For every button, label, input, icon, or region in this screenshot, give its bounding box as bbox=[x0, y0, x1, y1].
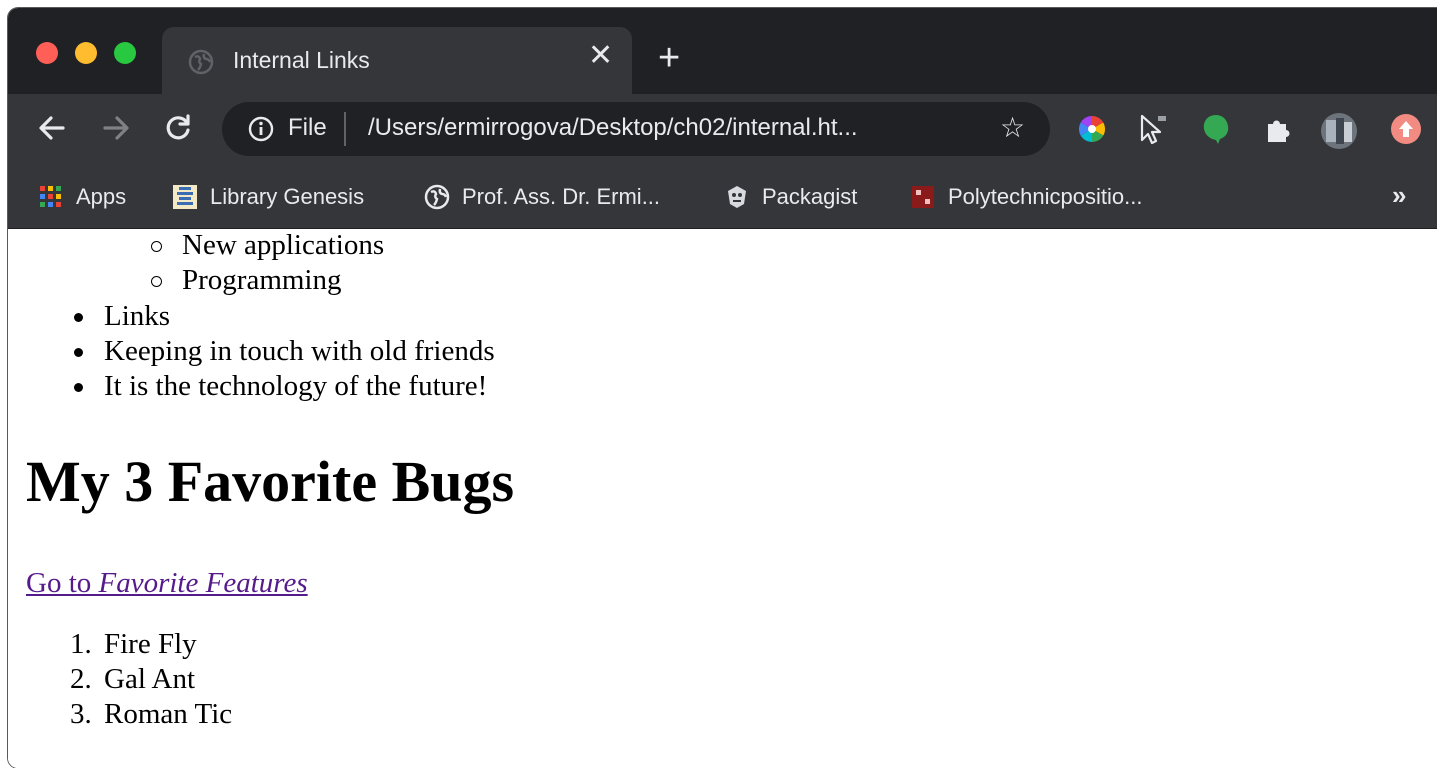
bookmark-apps[interactable]: Apps bbox=[38, 182, 126, 212]
cursor-extension-icon[interactable] bbox=[1136, 112, 1170, 146]
close-tab-icon[interactable]: ✕ bbox=[588, 41, 613, 71]
bookmark-label: Apps bbox=[76, 184, 127, 209]
tab-internal-links[interactable]: Internal Links ✕ bbox=[162, 27, 632, 94]
bookmark-label: Library Genesis bbox=[210, 184, 365, 209]
apps-grid-icon bbox=[38, 184, 64, 210]
globe-icon bbox=[188, 49, 214, 75]
bookmarks-overflow-icon[interactable]: » bbox=[1392, 180, 1406, 211]
new-tab-button[interactable]: + bbox=[658, 39, 680, 77]
forward-icon[interactable] bbox=[100, 112, 132, 144]
profile-avatar[interactable] bbox=[1320, 112, 1357, 149]
scheme-label: File bbox=[288, 114, 327, 141]
close-window-button[interactable] bbox=[36, 42, 58, 64]
bookmark-label: Prof. Ass. Dr. Ermi... bbox=[462, 184, 661, 209]
circle-bullet-icon bbox=[151, 276, 162, 287]
circle-bullet-icon bbox=[151, 241, 162, 252]
list-item: Programming bbox=[8, 263, 384, 298]
page-content: New applications Programming Links Keepi… bbox=[8, 229, 1437, 768]
disc-bullet-icon bbox=[74, 348, 83, 357]
list-item: Links bbox=[8, 299, 495, 334]
section-heading: My 3 Favorite Bugs bbox=[26, 449, 515, 514]
disc-bullet-icon bbox=[74, 313, 83, 322]
browser-window: Internal Links ✕ + File /Users/ermirrogo… bbox=[8, 8, 1437, 768]
bookmark-label: Polytechnicpositio... bbox=[948, 184, 1143, 209]
bookmark-packagist[interactable]: Packagist bbox=[724, 182, 857, 212]
bookmark-polytechnic[interactable]: Polytechnicpositio... bbox=[910, 182, 1142, 212]
extensions-puzzle-icon[interactable] bbox=[1262, 112, 1296, 146]
polytechnic-icon bbox=[910, 184, 936, 210]
info-icon[interactable] bbox=[248, 116, 274, 142]
minimize-window-button[interactable] bbox=[75, 42, 97, 64]
list-item: New applications bbox=[8, 229, 384, 263]
toolbar: File /Users/ermirrogova/Desktop/ch02/int… bbox=[8, 94, 1437, 164]
bookmark-label: Packagist bbox=[762, 184, 858, 209]
tab-strip: Internal Links ✕ + bbox=[8, 8, 1437, 94]
list-item: Keeping in touch with old friends bbox=[8, 334, 495, 369]
list-item: 2. Gal Ant bbox=[70, 663, 196, 695]
packagist-icon bbox=[724, 184, 750, 210]
reload-icon[interactable] bbox=[162, 112, 194, 144]
zoom-window-button[interactable] bbox=[114, 42, 136, 64]
back-icon[interactable] bbox=[36, 112, 68, 144]
list-item: It is the technology of the future! bbox=[8, 369, 495, 404]
disc-bullet-icon bbox=[74, 383, 83, 392]
favorite-features-link[interactable]: Go to Favorite Features bbox=[26, 566, 308, 601]
evernote-extension-icon[interactable] bbox=[1199, 112, 1233, 146]
bullet-list: Links Keeping in touch with old friends … bbox=[8, 299, 495, 404]
address-bar[interactable]: File /Users/ermirrogova/Desktop/ch02/int… bbox=[222, 102, 1050, 156]
list-item: 1. Fire Fly bbox=[70, 628, 197, 660]
update-arrow-icon[interactable] bbox=[1389, 112, 1423, 146]
bookmark-prof-ermi[interactable]: Prof. Ass. Dr. Ermi... bbox=[424, 182, 660, 212]
list-item: 3. Roman Tic bbox=[70, 698, 233, 730]
url-text[interactable]: /Users/ermirrogova/Desktop/ch02/internal… bbox=[368, 114, 858, 142]
library-icon bbox=[172, 184, 198, 210]
bookmarks-bar: Apps Library Genesis Prof. Ass. Dr. Ermi… bbox=[8, 164, 1437, 229]
ordered-list: 1. Fire Fly 2. Gal Ant 3. Roman Tic bbox=[8, 627, 232, 732]
globe-icon bbox=[424, 184, 450, 210]
nested-list: New applications Programming bbox=[8, 229, 384, 298]
color-picker-extension-icon[interactable] bbox=[1075, 112, 1109, 146]
bookmark-library-genesis[interactable]: Library Genesis bbox=[172, 182, 364, 212]
tab-title: Internal Links bbox=[233, 47, 370, 73]
separator bbox=[344, 112, 346, 146]
bookmark-star-icon[interactable]: ☆ bbox=[1000, 114, 1025, 142]
